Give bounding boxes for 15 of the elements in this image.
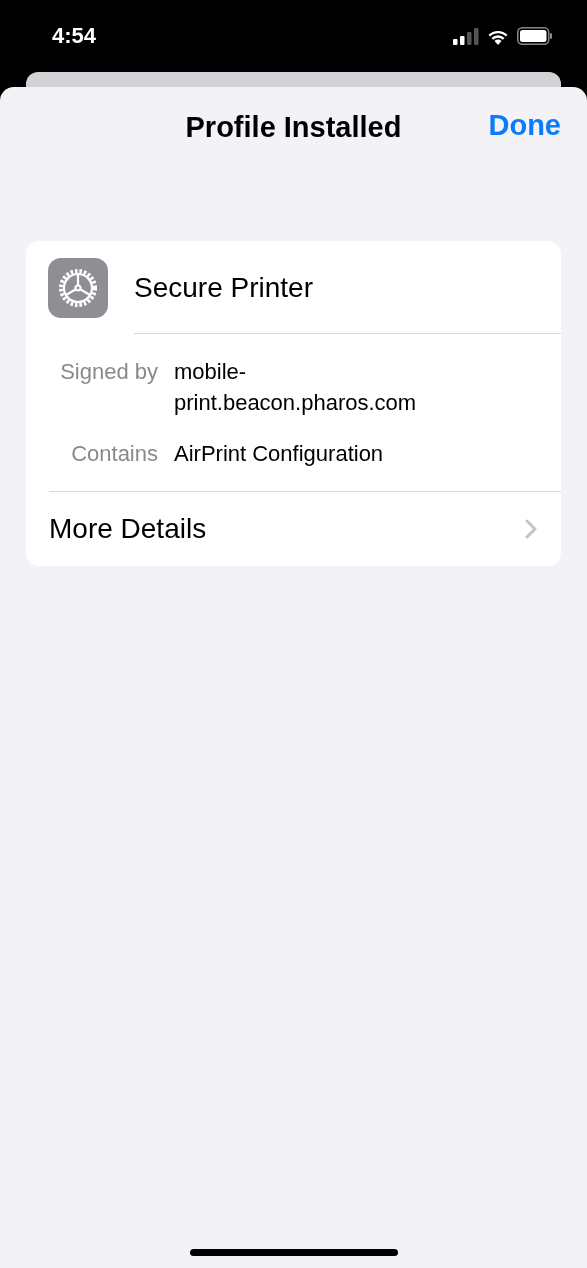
more-details-row[interactable]: More Details <box>26 492 561 566</box>
detail-label: Contains <box>70 440 158 468</box>
signal-icon <box>453 27 479 45</box>
detail-label: Signed by <box>59 358 158 386</box>
profile-name: Secure Printer <box>134 272 313 304</box>
battery-icon <box>517 27 553 45</box>
status-time: 4:54 <box>52 23 97 49</box>
home-indicator[interactable] <box>189 1249 398 1256</box>
more-details-label: More Details <box>49 513 207 545</box>
detail-value: AirPrint Configuration <box>174 440 385 468</box>
gear-icon <box>48 258 108 318</box>
nav-title: Profile Installed <box>185 110 402 144</box>
chevron-icon <box>525 519 537 539</box>
detail-value: mobile- print.beacon.pharos.com <box>174 358 418 417</box>
done-button[interactable]: Done <box>488 109 561 142</box>
